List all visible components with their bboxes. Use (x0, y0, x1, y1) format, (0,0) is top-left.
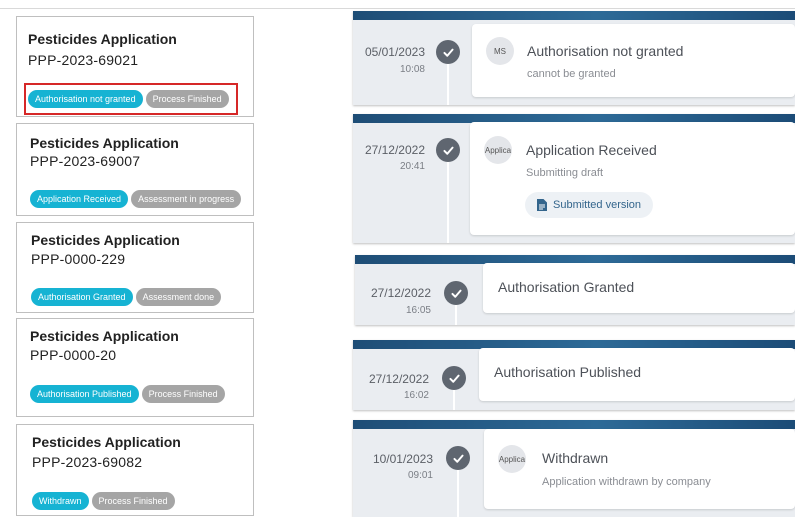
event-time: 16:05 (405, 305, 431, 316)
event-title: Authorisation Published (494, 364, 642, 380)
timeline-entry: 05/01/2023 10:08 MS Authorisation not gr… (353, 11, 795, 105)
check-icon (436, 138, 460, 162)
timeline-entry: 27/12/2022 20:41 Applica Application Rec… (353, 114, 795, 243)
panel-header-bar (353, 420, 795, 429)
timeline-entry: 27/12/2022 16:05 Authorisation Granted (355, 255, 795, 325)
card-id: PPP-2023-69021 (28, 52, 139, 68)
card-id: PPP-0000-20 (30, 347, 117, 363)
event-subtitle: Submitting draft (526, 167, 604, 179)
application-card[interactable]: Pesticides Application PPP-2023-69007 Ap… (16, 123, 254, 216)
event-card: Applica Withdrawn Application withdrawn … (484, 429, 795, 509)
event-card: Authorisation Published (479, 348, 795, 401)
event-title: Authorisation Granted (498, 279, 635, 295)
event-date: 27/12/2022 (370, 286, 431, 300)
event-title: Application Received (526, 142, 657, 158)
event-subtitle: cannot be granted (527, 68, 616, 80)
event-date: 27/12/2022 (368, 372, 429, 386)
status-badge: Withdrawn (32, 492, 89, 510)
process-badge: Assessment done (135, 288, 222, 306)
event-date: 05/01/2023 (364, 45, 425, 59)
status-badge: Application Received (30, 190, 129, 208)
card-title: Pesticides Application (28, 31, 177, 47)
card-id: PPP-2023-69007 (30, 153, 141, 169)
event-date: 10/01/2023 (372, 452, 433, 466)
event-time: 10:08 (399, 64, 425, 75)
event-time: 16:02 (403, 390, 429, 401)
panel-header-bar (353, 11, 795, 20)
document-icon (537, 199, 547, 211)
card-title: Pesticides Application (30, 135, 179, 151)
card-title: Pesticides Application (31, 232, 180, 248)
application-card[interactable]: Pesticides Application PPP-0000-229 Auth… (16, 222, 254, 313)
card-title: Pesticides Application (32, 434, 181, 450)
submitted-version-label: Submitted version (553, 199, 642, 211)
status-badge: Authorisation Granted (31, 288, 133, 306)
top-divider (0, 8, 795, 9)
check-icon (444, 281, 468, 305)
card-title: Pesticides Application (30, 328, 179, 344)
submitted-version-button[interactable]: Submitted version (525, 192, 654, 218)
timeline-entry: 10/01/2023 09:01 Applica Withdrawn Appli… (353, 420, 795, 517)
event-card: Authorisation Granted (483, 263, 795, 313)
check-icon (446, 446, 470, 470)
event-date: 27/12/2022 (364, 143, 425, 157)
event-subtitle: Application withdrawn by company (542, 476, 711, 488)
application-card[interactable]: Pesticides Application PPP-2023-69082 Wi… (16, 424, 254, 516)
process-badge: Assessment in progress (131, 190, 242, 208)
process-badge: Process Finished (91, 492, 175, 510)
status-badge: Authorisation Published (30, 385, 139, 403)
check-icon (436, 40, 460, 64)
card-id: PPP-0000-229 (31, 251, 126, 267)
process-badge: Process Finished (141, 385, 225, 403)
highlight-box (24, 83, 238, 115)
card-id: PPP-2023-69082 (32, 454, 143, 470)
check-icon (442, 366, 466, 390)
event-card: Applica Application Received Submitting … (470, 122, 795, 235)
avatar: Applica (484, 136, 512, 164)
event-title: Authorisation not granted (527, 43, 684, 59)
event-time: 20:41 (399, 161, 425, 172)
application-card[interactable]: Pesticides Application PPP-0000-20 Autho… (16, 318, 254, 417)
event-time: 09:01 (407, 470, 433, 481)
event-title: Withdrawn (542, 450, 609, 466)
timeline-connector (447, 150, 449, 243)
timeline-entry: 27/12/2022 16:02 Authorisation Published (353, 340, 795, 410)
avatar: MS (486, 37, 514, 65)
event-card: MS Authorisation not granted cannot be g… (472, 24, 795, 97)
avatar: Applica (498, 445, 526, 473)
